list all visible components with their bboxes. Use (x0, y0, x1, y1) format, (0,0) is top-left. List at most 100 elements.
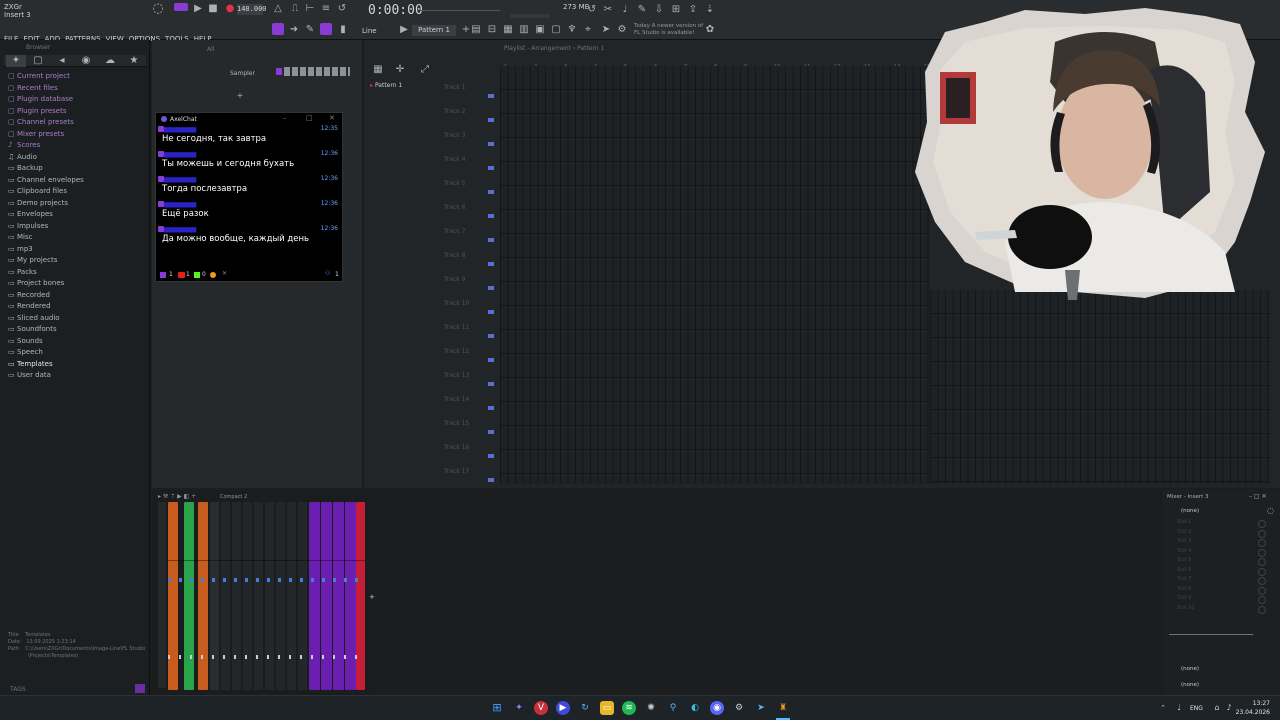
insert-window-controls[interactable]: – □ ✕ (1249, 492, 1267, 501)
arrow-icon[interactable]: ➜ (288, 24, 300, 36)
video-player-icon[interactable]: ▶ (556, 701, 570, 715)
link-icon[interactable]: ⊞ (670, 4, 682, 16)
minimize-icon[interactable]: – (283, 114, 287, 123)
track-header[interactable]: Track 3 (444, 124, 494, 148)
track-header[interactable]: Track 2 (444, 100, 494, 124)
pencil-icon[interactable]: ✎ (304, 24, 316, 36)
network-app-icon[interactable]: ⚲ (666, 701, 680, 715)
maximize-icon[interactable]: □ (306, 114, 313, 123)
windows-start-icon[interactable]: ⊞ (490, 701, 504, 715)
record-mode-icon[interactable]: ◌ (152, 2, 164, 15)
browser-item-plugin-presets[interactable]: ▢ Plugin presets (0, 106, 150, 118)
track-header[interactable]: Track 16 (444, 436, 494, 460)
snap-select[interactable]: Line (362, 27, 377, 36)
browser-item-user-data[interactable]: ▭ User data (0, 370, 150, 382)
track-header[interactable]: Track 12 (444, 340, 494, 364)
settings-icon[interactable]: ⚙ (616, 24, 628, 36)
play-icon[interactable]: ▶ (192, 3, 204, 15)
pattern-selector[interactable]: Pattern 1 (412, 25, 456, 36)
playlist-grid-right[interactable] (930, 290, 1270, 484)
browser-item-clipboard-files[interactable]: ▭ Clipboard files (0, 186, 150, 198)
export-icon[interactable]: ⇪ (687, 4, 699, 16)
eq-curve[interactable] (1169, 634, 1253, 635)
browser-item-plugin-database[interactable]: ▢ Plugin database (0, 94, 150, 106)
playlist-icon[interactable]: ▤ (470, 24, 482, 36)
mixer-add-icon[interactable]: + (369, 593, 375, 602)
track-header[interactable]: Track 13 (444, 364, 494, 388)
mixer-routing-knobs[interactable] (168, 578, 365, 582)
mixer-strip-insert-10[interactable] (287, 502, 296, 690)
mixer-strip-fx-4[interactable] (345, 502, 356, 690)
stop-icon[interactable]: ■ (207, 3, 219, 15)
refresh-app-icon[interactable]: ↻ (578, 701, 592, 715)
browser-item-envelopes[interactable]: ▭ Envelopes (0, 209, 150, 221)
browser-item-audio[interactable]: ♫ Audio (0, 152, 150, 164)
browser-item-scores[interactable]: ♪ Scores (0, 140, 150, 152)
pattern-list-item[interactable]: ▸ Pattern 1 (370, 81, 402, 90)
effect-slot[interactable]: Slot 7 (1163, 575, 1280, 585)
browser-all-tab-icon[interactable]: ✦ (6, 55, 26, 67)
browser-cloud-icon[interactable]: ☁ (104, 55, 116, 67)
telegram-icon[interactable]: ➤ (754, 701, 768, 715)
playlist-grid[interactable] (500, 66, 930, 484)
vivaldi-icon[interactable]: V (534, 701, 548, 715)
chatgpt-icon[interactable]: ✺ (644, 701, 658, 715)
tray-mic-icon[interactable]: ♩ (1172, 701, 1186, 715)
browser-item-current-project[interactable]: ▢ Current project (0, 71, 150, 83)
loop-record-icon[interactable]: ↺ (336, 3, 348, 15)
pat-song-toggle[interactable] (174, 3, 188, 11)
effect-slot[interactable]: Slot 6 (1163, 566, 1280, 575)
track-mute-buttons[interactable] (488, 90, 494, 490)
effect-slot[interactable]: Slot 10 (1163, 604, 1280, 613)
effect-slot[interactable]: Slot 8 (1163, 585, 1280, 594)
tray-chevron-icon[interactable]: ⌃ (1156, 701, 1170, 715)
clock-time[interactable]: 13:27 (1240, 699, 1270, 708)
mixer-strip-insert-8[interactable] (265, 502, 274, 690)
mixer-layout-label[interactable]: Compact 2 (220, 493, 247, 502)
step-sequencer[interactable] (284, 67, 350, 76)
touch-icon[interactable]: ♆ (566, 24, 578, 36)
image-line-logo-icon[interactable]: ✿ (704, 24, 716, 36)
browser-item-sliced-audio[interactable]: ▭ Sliced audio (0, 313, 150, 325)
playlist-menu-icon[interactable]: ▦ (372, 64, 384, 76)
add-channel-icon[interactable]: + (234, 90, 246, 102)
save-icon[interactable]: ⇣ (704, 4, 716, 16)
mixer-strip-insert-9[interactable] (276, 502, 285, 690)
tempo-display[interactable]: 140.000 (237, 4, 267, 15)
track-header[interactable]: Track 5 (444, 172, 494, 196)
mixer-strip-insert-3[interactable] (210, 502, 219, 690)
clock-date[interactable]: 23.04.2026 (1234, 708, 1270, 717)
effect-slot[interactable]: Slot 9 (1163, 594, 1280, 604)
browser-icon[interactable]: ▣ (534, 24, 546, 36)
tags-label[interactable]: TAGS (10, 685, 26, 694)
track-header[interactable]: Track 4 (444, 148, 494, 172)
browser-file-icon[interactable]: ▢ (32, 55, 44, 67)
mixer-strip-fx-3[interactable] (333, 502, 344, 690)
effect-slot[interactable]: Slot 3 (1163, 537, 1280, 547)
channel-rack-icon[interactable]: ▥ (518, 24, 530, 36)
channel-sampler[interactable]: Sampler (230, 69, 255, 78)
browser-item-channel-envelopes[interactable]: ▭ Channel envelopes (0, 175, 150, 187)
browser-item-rendered[interactable]: ▭ Rendered (0, 301, 150, 313)
plugin-icon[interactable]: ▢ (550, 24, 562, 36)
effect-slot[interactable]: Slot 5 (1163, 556, 1280, 566)
track-header[interactable]: Track 8 (444, 244, 494, 268)
browser-item-speech[interactable]: ▭ Speech (0, 347, 150, 359)
track-header[interactable]: Track 11 (444, 316, 494, 340)
countdown-icon[interactable]: ⊢ (304, 3, 316, 15)
browser-item-recorded[interactable]: ▭ Recorded (0, 290, 150, 302)
browser-item-soundfonts[interactable]: ▭ Soundfonts (0, 324, 150, 336)
mixer-stereo-controls[interactable] (168, 655, 365, 659)
playlist-add-icon[interactable]: ✛ (394, 64, 406, 76)
copilot-icon[interactable]: ✦ (512, 701, 526, 715)
track-header[interactable]: Track 9 (444, 268, 494, 292)
axelchat-window[interactable]: AxelChat – □ ✕ ▆▆▆▆▆▆▆ 12:35 Не сегодня, … (155, 112, 343, 282)
file-explorer-icon[interactable]: ▭ (600, 701, 614, 715)
mixer-strip-insert-7[interactable] (254, 502, 263, 690)
mic-icon[interactable]: ♩ (619, 4, 631, 16)
track-header[interactable]: Track 14 (444, 388, 494, 412)
mixer-strip-fx-1[interactable] (309, 502, 320, 690)
browser-star-icon[interactable]: ★ (128, 55, 140, 67)
mixer-strip-insert-11[interactable] (298, 502, 307, 690)
mixer-strip-fx-2[interactable] (321, 502, 332, 690)
